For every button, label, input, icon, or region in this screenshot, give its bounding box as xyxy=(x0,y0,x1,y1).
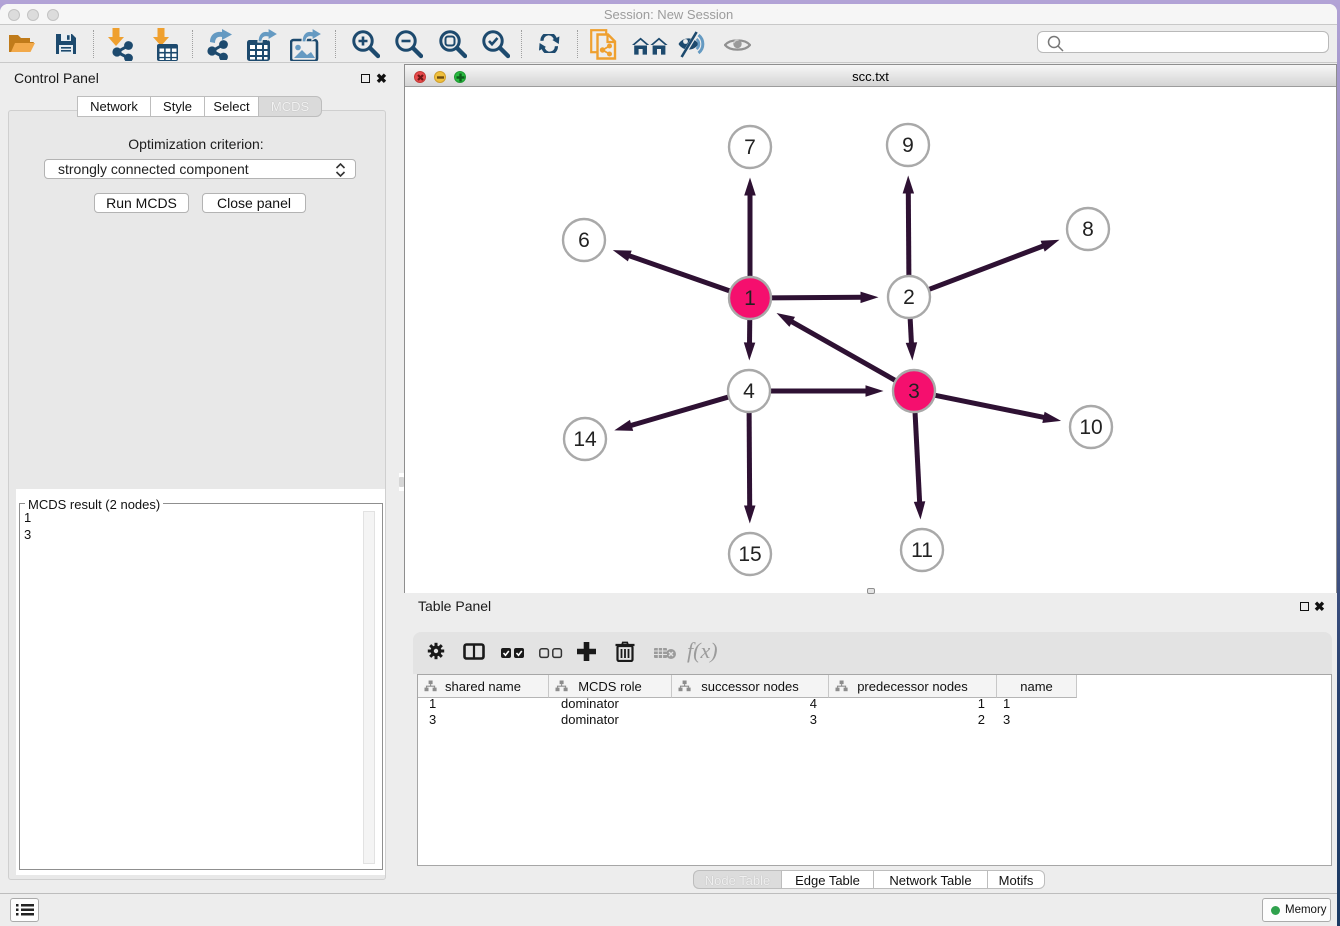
svg-text:14: 14 xyxy=(573,428,597,451)
svg-text:7: 7 xyxy=(744,136,756,159)
svg-text:9: 9 xyxy=(902,134,914,157)
svg-text:15: 15 xyxy=(738,543,761,566)
svg-text:10: 10 xyxy=(1079,416,1102,439)
svg-text:11: 11 xyxy=(911,539,933,562)
svg-text:1: 1 xyxy=(744,287,756,310)
svg-text:8: 8 xyxy=(1082,218,1094,241)
svg-text:6: 6 xyxy=(578,229,590,252)
svg-text:4: 4 xyxy=(743,380,755,403)
svg-text:2: 2 xyxy=(903,286,915,309)
svg-text:3: 3 xyxy=(908,380,920,403)
